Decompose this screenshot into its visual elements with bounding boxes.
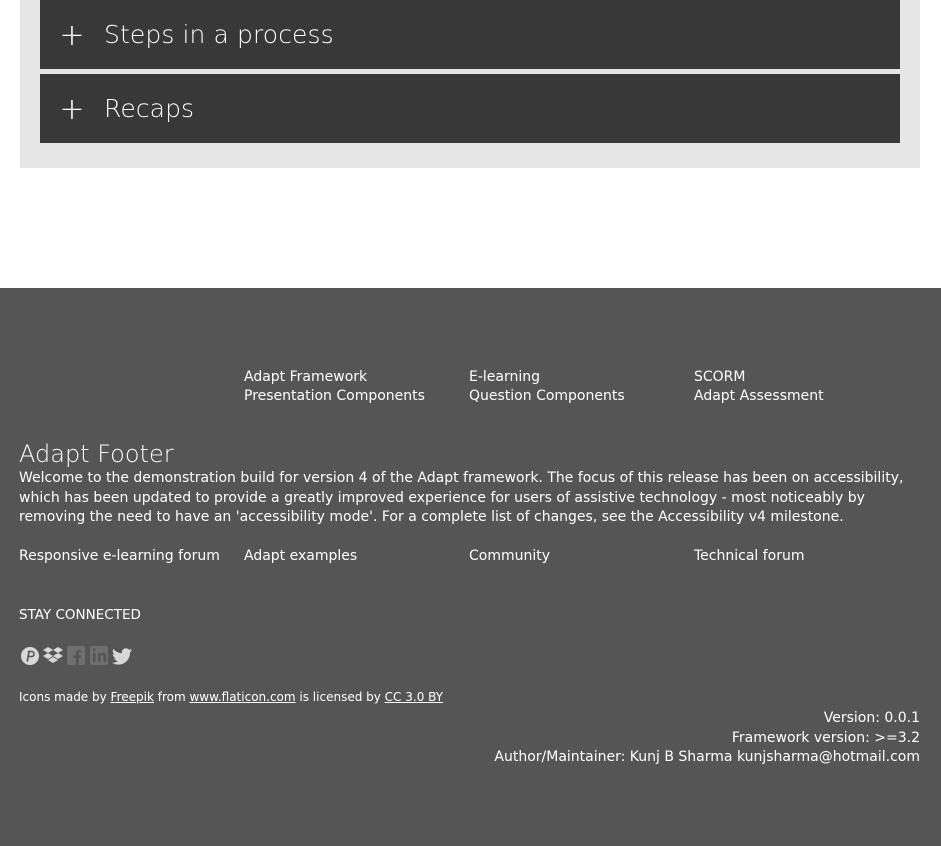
footer-nav-column: E-learning Question Components (469, 368, 689, 406)
footer-nav-link-adapt-framework[interactable]: Adapt Framework (244, 368, 464, 387)
facebook-icon[interactable] (65, 643, 87, 667)
social-links (19, 643, 133, 667)
twitter-icon[interactable] (111, 643, 133, 667)
linkedin-icon[interactable] (88, 643, 110, 667)
dropbox-icon[interactable] (42, 643, 64, 667)
footer-nav-link-e-learning[interactable]: E-learning (469, 368, 689, 387)
plus-icon: + (59, 17, 85, 53)
version-text: Version: 0.0.1 (823, 710, 920, 726)
footer-nav-link-presentation-components[interactable]: Presentation Components (244, 387, 464, 406)
author-text: Author/Maintainer: Kunj B Sharma kunjsha… (494, 749, 920, 765)
plus-icon: + (59, 91, 85, 127)
accordion-item-title: Steps in a process (104, 20, 334, 49)
link-flaticon[interactable]: www.flaticon.com (189, 690, 295, 704)
link-freepik[interactable]: Freepik (111, 690, 154, 704)
framework-version-text: Framework version: >=3.2 (731, 729, 920, 746)
link-adapt-examples[interactable]: Adapt examples (244, 548, 357, 564)
link-cc-license[interactable]: CC 3.0 BY (385, 690, 443, 704)
attribution-from: from (153, 690, 190, 704)
icon-attribution: Icons made by Freepik from www.flaticon.… (19, 690, 443, 704)
accordion-item-recaps[interactable]: + Recaps (40, 74, 900, 143)
accordion-item-title: Recaps (104, 94, 195, 123)
footer-nav-column: Adapt Framework Presentation Components (244, 368, 464, 406)
footer-nav-link-scorm[interactable]: SCORM (694, 368, 914, 387)
footer: Adapt Framework Presentation Components … (0, 288, 941, 846)
attribution-licensed: is licensed by (295, 690, 385, 704)
link-community[interactable]: Community (469, 548, 550, 564)
accordion-item-steps-in-a-process[interactable]: + Steps in a process (40, 0, 900, 69)
link-responsive-elearning-forum[interactable]: Responsive e-learning forum (19, 548, 220, 564)
accordion: + Steps in a process + Recaps (20, 0, 920, 168)
footer-nav-link-question-components[interactable]: Question Components (469, 387, 689, 406)
stay-connected-heading: STAY CONNECTED (19, 607, 141, 623)
attribution-prefix: Icons made by (19, 690, 111, 704)
footer-nav-column: SCORM Adapt Assessment (694, 368, 914, 406)
build-meta: Version: 0.0.1 Framework version: >=3.2 … (494, 709, 920, 768)
footer-body-text: Welcome to the demonstration build for v… (19, 470, 904, 525)
footer-nav-link-adapt-assessment[interactable]: Adapt Assessment (694, 387, 914, 406)
link-technical-forum[interactable]: Technical forum (694, 548, 805, 564)
footer-title: Adapt Footer (19, 440, 174, 468)
pinterest-icon[interactable] (19, 643, 41, 667)
